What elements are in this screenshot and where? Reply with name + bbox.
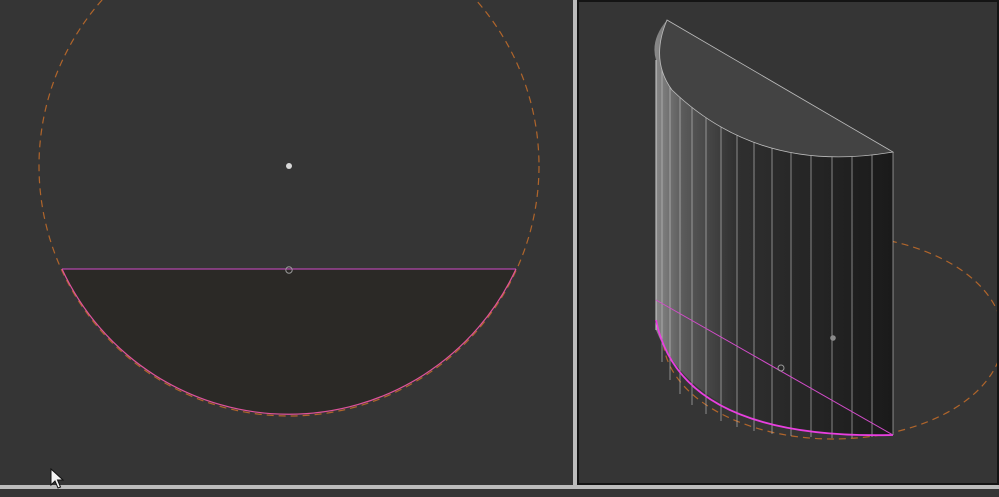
- perspective-canvas[interactable]: [579, 2, 997, 483]
- center-point-icon[interactable]: [286, 163, 292, 169]
- circular-segment-face[interactable]: [62, 269, 516, 415]
- top-view-canvas[interactable]: [0, 0, 573, 485]
- arrow-cursor-icon: [50, 468, 64, 489]
- center-point-icon[interactable]: [830, 335, 836, 341]
- perspective-viewport[interactable]: [577, 0, 999, 485]
- bottom-panel-edge: [0, 489, 999, 497]
- top-view-viewport[interactable]: [0, 0, 573, 485]
